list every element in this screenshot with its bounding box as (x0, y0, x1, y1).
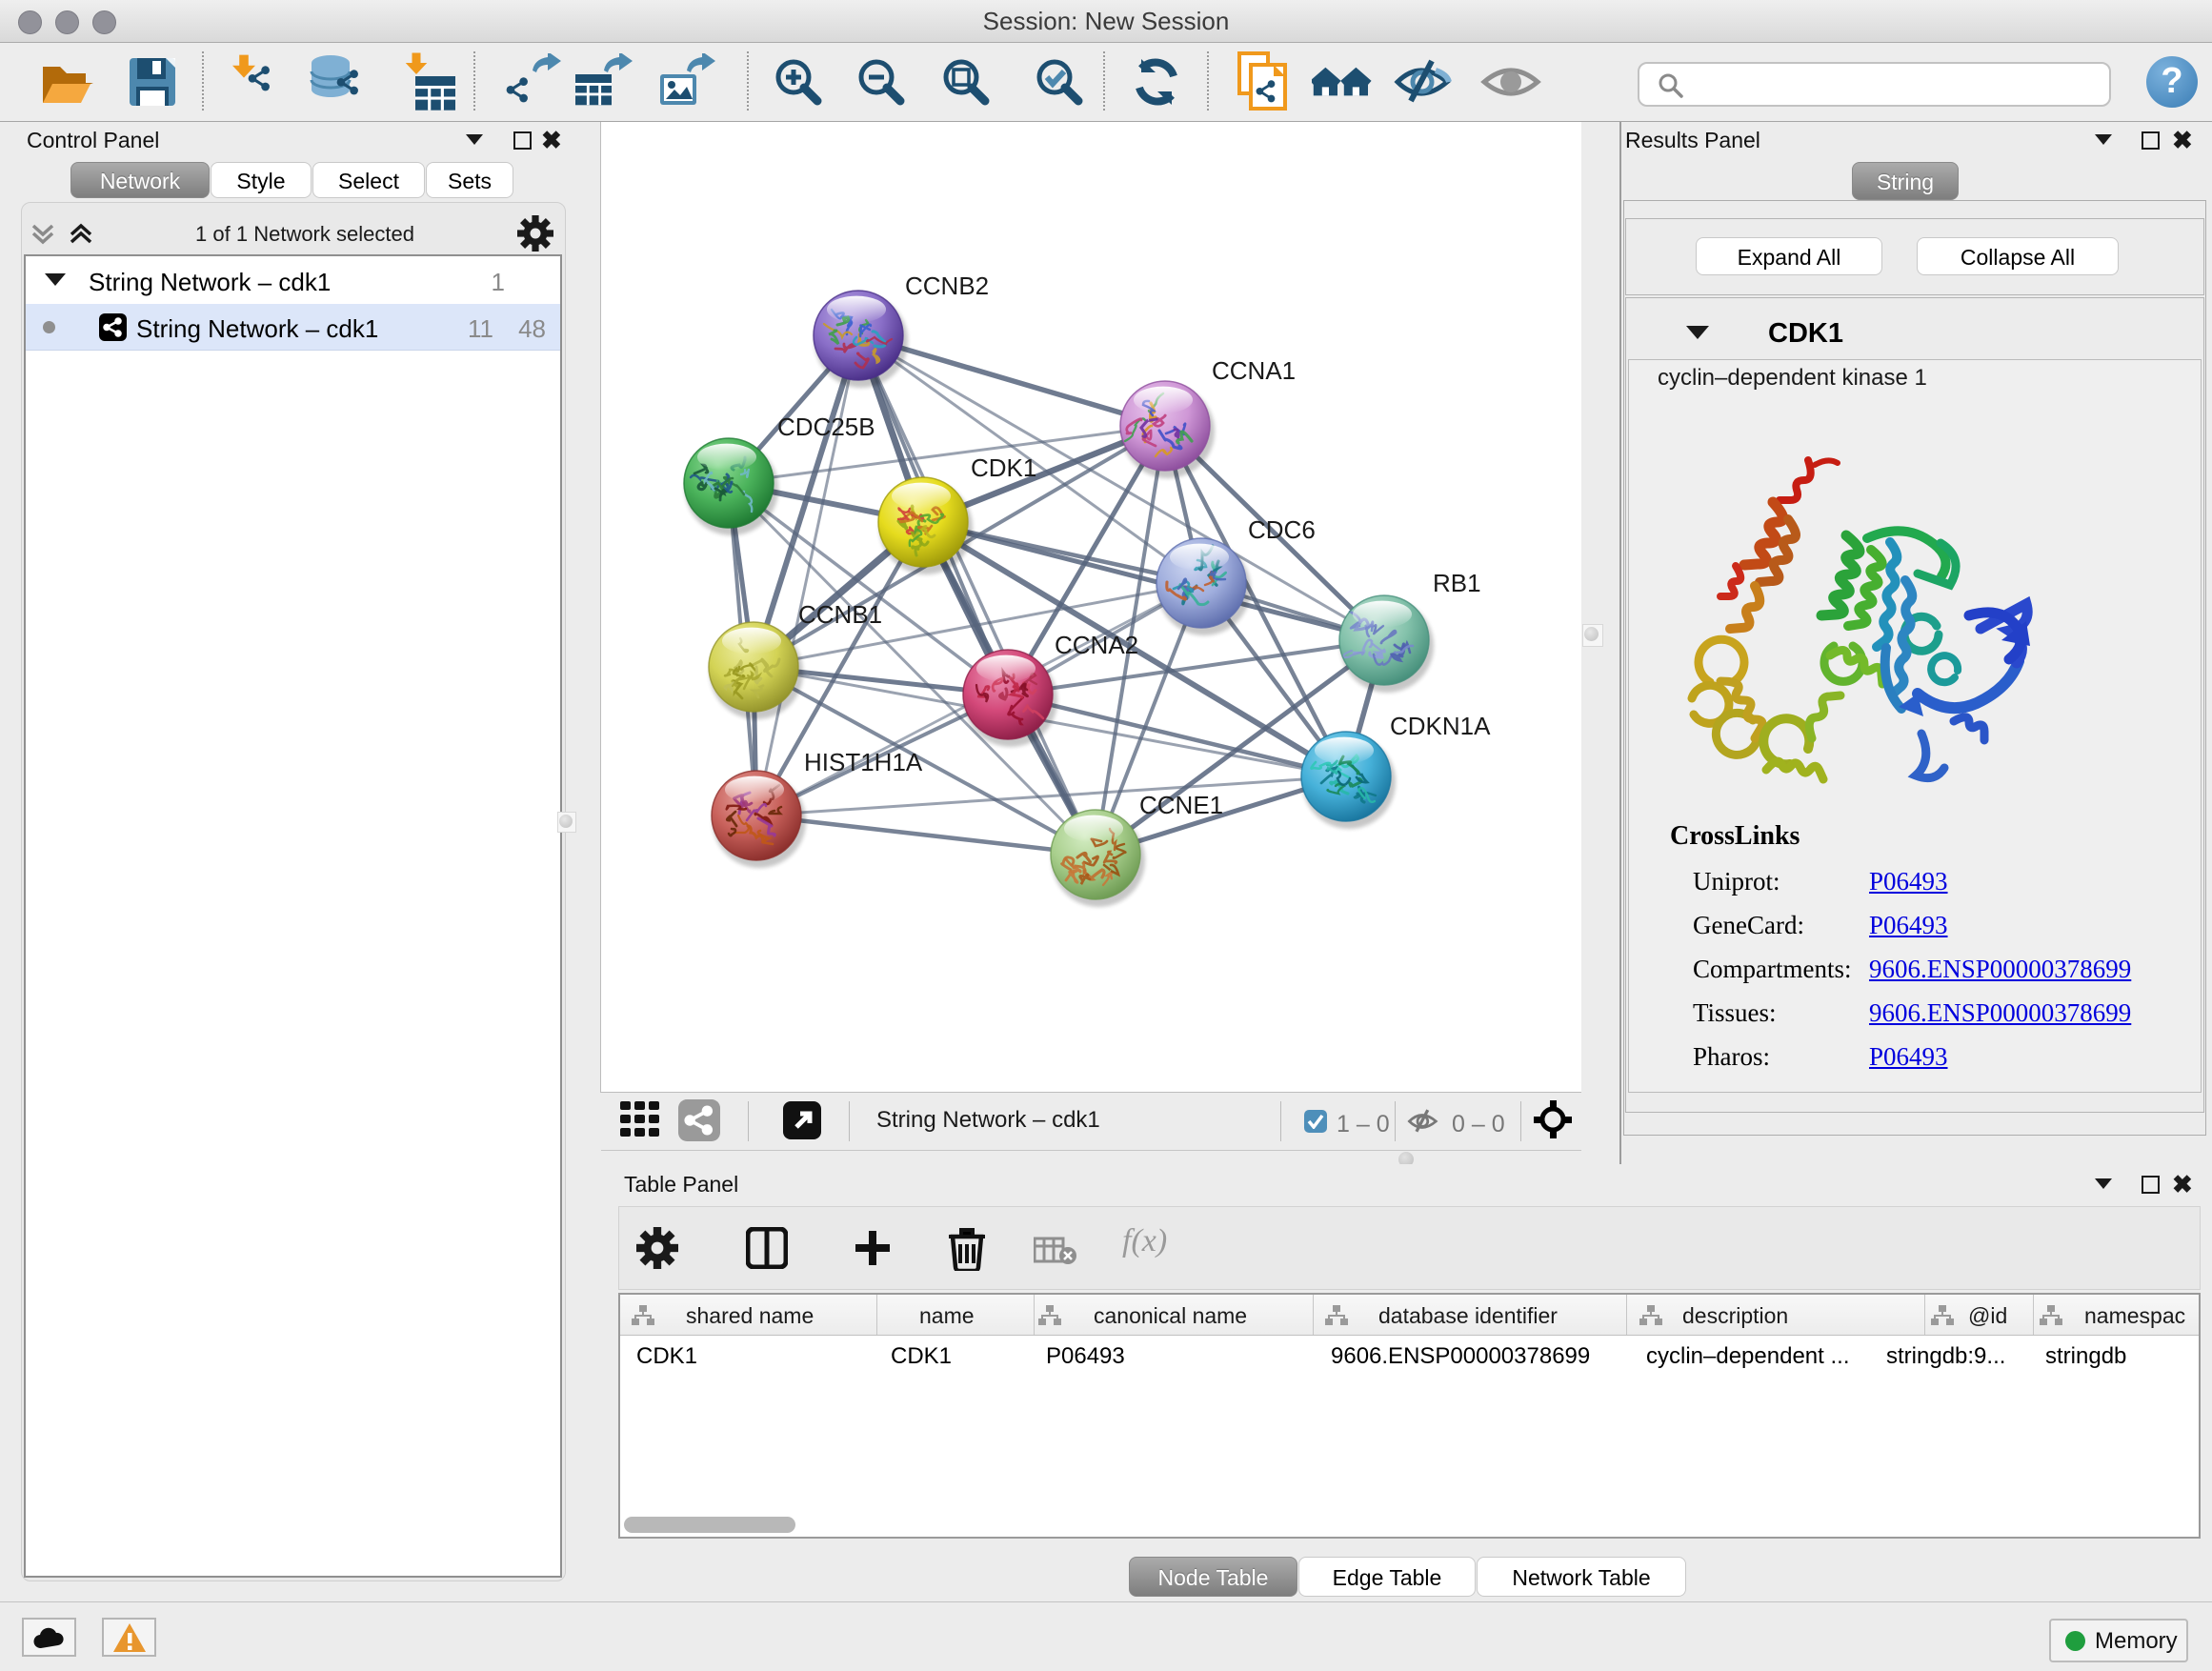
svg-text:HIST1H1A: HIST1H1A (804, 748, 923, 776)
svg-text:CCNB2: CCNB2 (905, 272, 989, 300)
svg-text:CCNA2: CCNA2 (1055, 631, 1138, 659)
svg-text:CCNA1: CCNA1 (1212, 356, 1296, 385)
svg-text:CDKN1A: CDKN1A (1390, 712, 1491, 740)
svg-text:CCNB1: CCNB1 (798, 600, 882, 629)
svg-text:CDC6: CDC6 (1248, 515, 1316, 544)
svg-text:RB1: RB1 (1433, 569, 1481, 597)
svg-text:CCNE1: CCNE1 (1139, 791, 1223, 819)
svg-text:CDK1: CDK1 (971, 453, 1036, 482)
svg-text:CDC25B: CDC25B (777, 413, 875, 441)
